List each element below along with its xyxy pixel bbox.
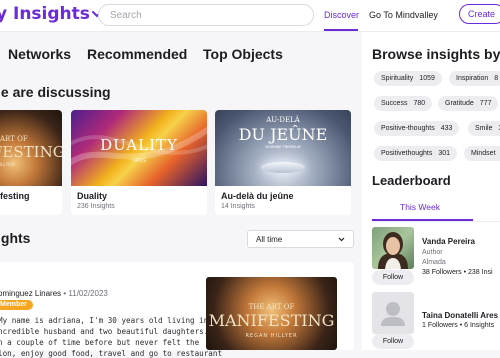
member-badge: Member (0, 300, 33, 310)
chip-label: Success (381, 100, 408, 107)
chip-count: 301 (438, 150, 451, 157)
program-card[interactable]: ART OF FESTING ILLIYER festing (0, 110, 62, 215)
card-insight-count: 236 Insights (77, 203, 115, 210)
card-title: Duality (77, 191, 108, 201)
follow-button[interactable]: Follow (372, 270, 414, 285)
program-card[interactable]: DUALITY SIPRTS Duality 236 Insights (71, 110, 207, 215)
cover-title: MANIFESTING (208, 311, 335, 330)
chip-count: 8 (494, 75, 499, 82)
tab-this-week[interactable]: This Week (400, 202, 440, 212)
avatar-placeholder[interactable] (372, 292, 414, 334)
user-icon (381, 302, 405, 326)
pedestal (261, 162, 305, 173)
leader-name[interactable]: Vanda Pereira (422, 237, 475, 246)
time-filter-value: All time (256, 235, 283, 244)
topic-chip-positivethoughts[interactable]: Positivethoughts 301 (374, 146, 458, 161)
topic-chip-inspiration[interactable]: Inspiration 8 (449, 71, 500, 86)
topic-chip-mindset[interactable]: Mindset (464, 146, 500, 161)
person-portrait (378, 232, 408, 269)
tab-top-objects[interactable]: Top Objects (203, 46, 283, 62)
post-text-line: lon, enjoy good food, travel and go to r… (0, 349, 223, 358)
avatar[interactable] (372, 227, 414, 269)
nav-go-to-mindvalley[interactable]: Go To Mindvalley (369, 10, 438, 20)
tab-divider (372, 221, 500, 222)
cover-text: AU-DELÀ (266, 116, 300, 124)
chip-label: Positivethoughts (381, 150, 433, 157)
create-button[interactable]: Create (459, 4, 500, 24)
chip-label: Mindset (471, 150, 496, 157)
nav-discover[interactable]: Discover (324, 10, 359, 20)
program-card[interactable]: AU-DELÀ DU JEÛNE VIVIENNE TREMBLAY Au-de… (215, 110, 351, 215)
cover-text: THE ART OF (248, 303, 295, 311)
leader-role: Author (422, 249, 443, 256)
chip-label: Positive-thoughts (381, 125, 435, 132)
search-input[interactable] (98, 4, 314, 26)
topic-chip-spirituality[interactable]: Spirituality 1059 (374, 71, 442, 86)
post-text-line: n a couple of time before but never felt… (0, 338, 200, 347)
cover-title: DUALITY (100, 136, 178, 154)
topic-chip-success[interactable]: Success 780 (374, 96, 433, 111)
time-filter-select[interactable]: All time (247, 230, 354, 248)
post-date: • 11/02/2023 (61, 289, 108, 298)
chip-count: 433 (440, 125, 453, 132)
discussing-heading: le are discussing (0, 84, 111, 100)
cover-text: ART OF (0, 135, 28, 143)
leader-stats: 38 Followers • 238 Insi (422, 269, 493, 276)
card-cover: ART OF FESTING ILLIYER (0, 110, 62, 186)
app-logo[interactable]: y Insights (0, 4, 102, 24)
card-insight-count: 14 Insights (221, 203, 255, 210)
topic-chip-smile[interactable]: Smile3 (468, 121, 500, 136)
post-author-line: ominguez Linares • 11/02/2023 (0, 289, 108, 298)
leader-name[interactable]: Taina Donatelli Ares (422, 311, 498, 320)
chip-label: Inspiration (456, 75, 489, 82)
tab-active-indicator (372, 219, 473, 221)
card-cover: DUALITY SIPRTS (71, 110, 207, 186)
cover-subtitle: SIPRTS (132, 158, 146, 163)
post-text-line: My name is adriana, I'm 30 years old liv… (0, 316, 209, 325)
tab-recommended[interactable]: Recommended (87, 46, 187, 62)
browse-heading: Browse insights by (372, 46, 500, 62)
post-thumbnail[interactable]: THE ART OF MANIFESTING REGAN HILLYER (206, 277, 337, 350)
chip-label: Gratitude (445, 100, 474, 107)
cover-subtitle: REGAN HILLYER (245, 333, 298, 339)
cover-text: ILLIYER (0, 162, 15, 167)
chip-count: 1059 (419, 75, 435, 82)
card-title: Au-delà du jeûne (221, 191, 294, 201)
cover-title: DU JEÛNE (238, 125, 328, 144)
post-text-line: ncredible husband and two beautiful daug… (0, 327, 218, 336)
leader-company: Almada (422, 259, 446, 266)
nav-active-indicator (324, 29, 358, 31)
logo-text: y Insights (0, 4, 90, 24)
cover-text: FESTING (0, 143, 62, 161)
follow-button[interactable]: Follow (372, 334, 414, 349)
chip-label: Spirituality (381, 75, 414, 82)
chip-label: Smile (475, 125, 493, 132)
tab-networks[interactable]: Networks (8, 46, 71, 62)
chip-count: 777 (479, 100, 492, 107)
leaderboard-heading: Leaderboard (372, 173, 451, 188)
topic-chip-positive-thoughts[interactable]: Positive-thoughts 433 (374, 121, 460, 136)
card-title: festing (0, 191, 30, 201)
chip-count: 780 (413, 100, 426, 107)
insights-heading: ights (0, 230, 31, 246)
leader-stats: 1 Followers • 6 Insights (422, 322, 495, 329)
card-cover: AU-DELÀ DU JEÛNE VIVIENNE TREMBLAY (215, 110, 351, 186)
chevron-down-icon (338, 237, 345, 242)
topic-chip-gratitude[interactable]: Gratitude 777 (438, 96, 499, 111)
cover-subtitle: VIVIENNE TREMBLAY (264, 145, 302, 149)
post-author[interactable]: ominguez Linares (0, 289, 61, 298)
